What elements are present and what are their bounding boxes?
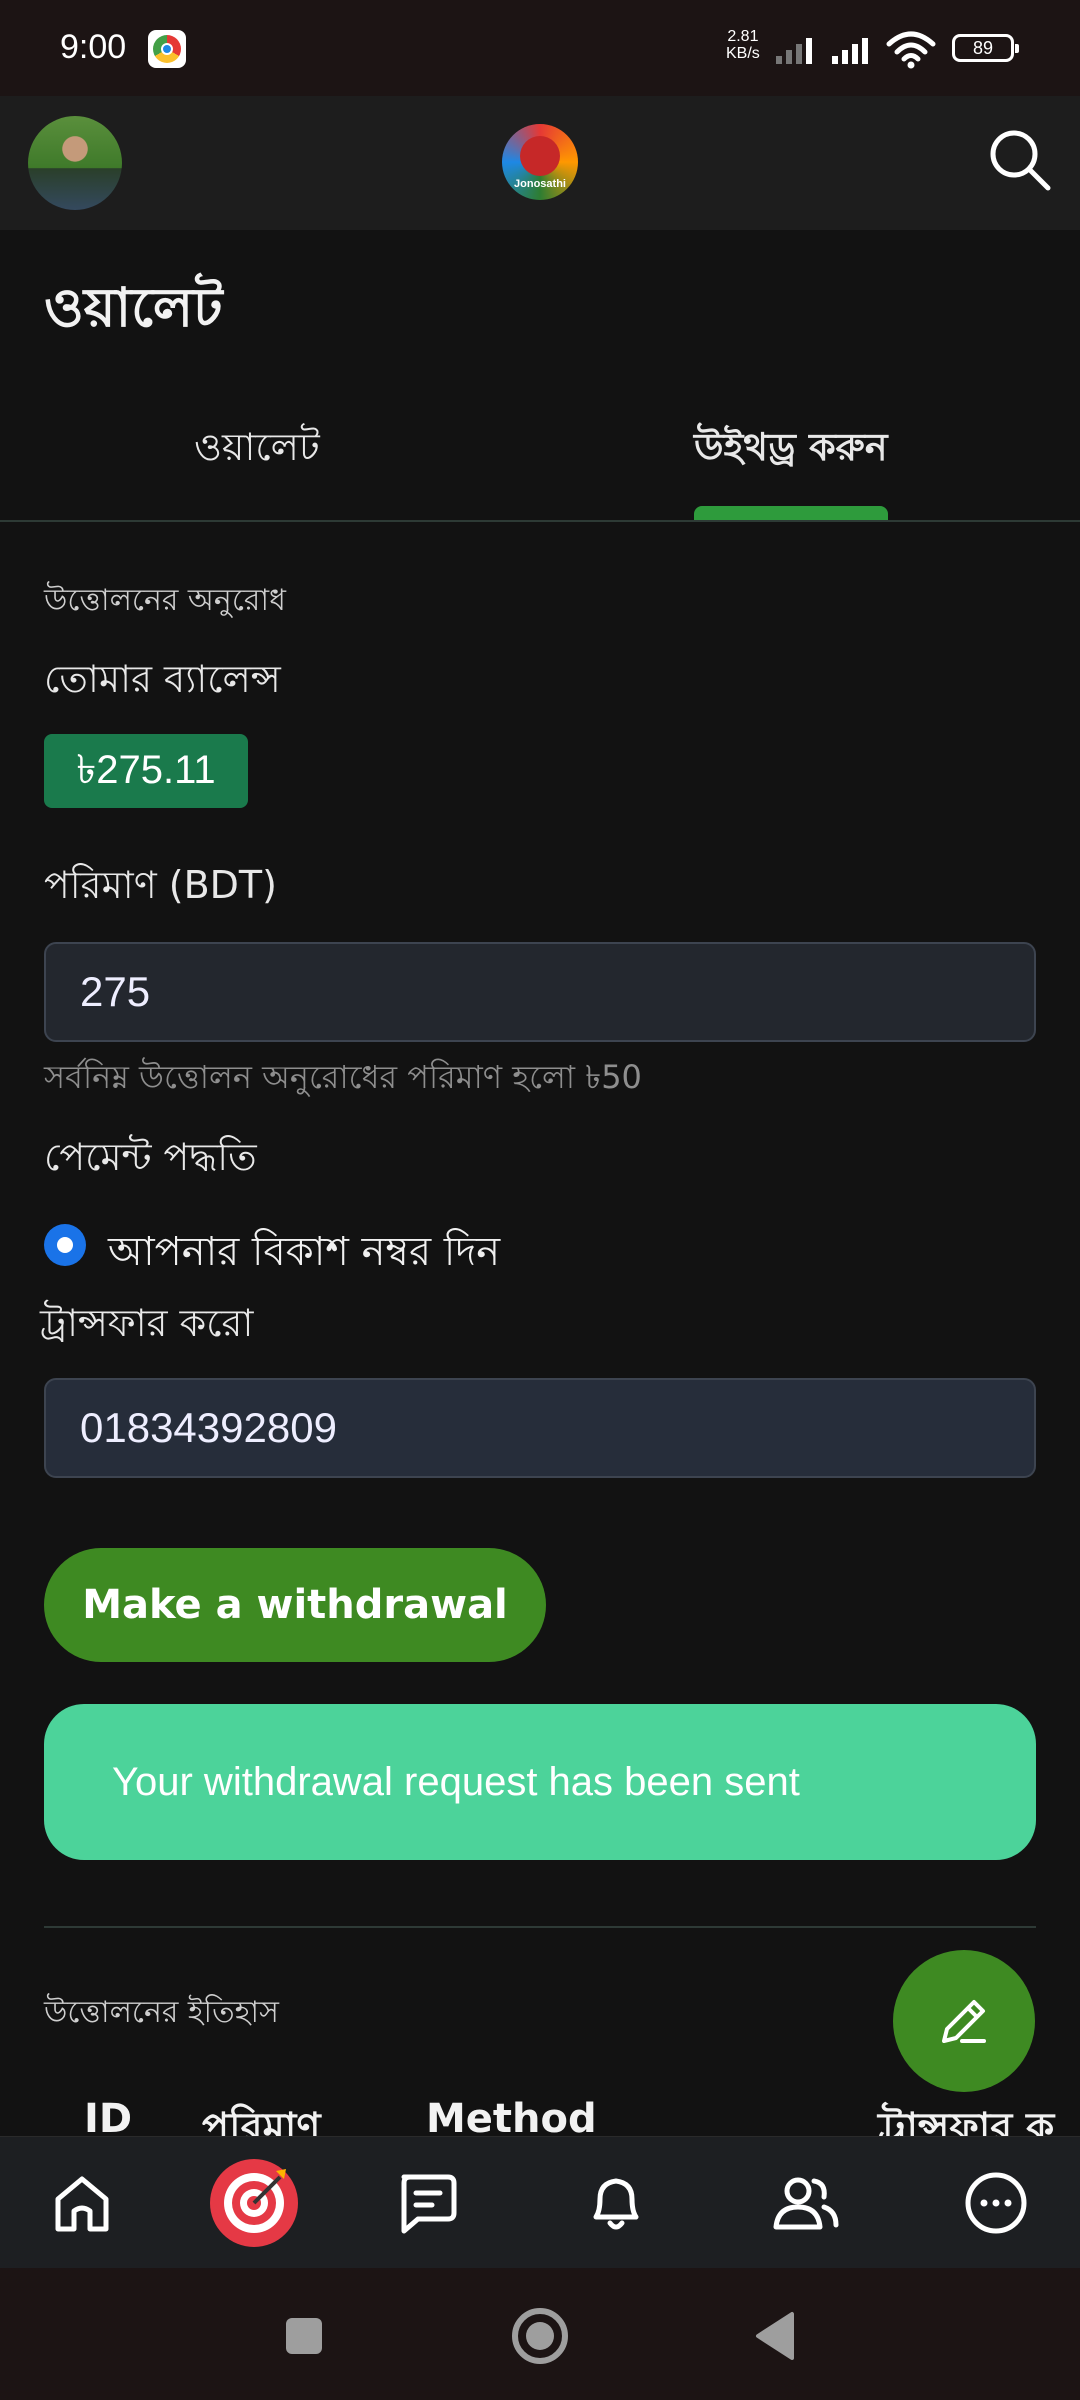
network-speed-value: 2.81 (727, 28, 759, 45)
more-icon (965, 2172, 1027, 2234)
chat-icon (401, 2174, 457, 2234)
column-header-transfer: ট্রান্সফার ক (878, 2105, 1055, 2136)
signal-icon (832, 34, 868, 64)
active-tab-indicator (694, 506, 888, 520)
chrome-icon (148, 30, 186, 68)
withdraw-request-heading: উত্তোলনের অনুরোধ (44, 583, 286, 618)
back-icon (756, 2312, 794, 2360)
network-speed: 2.81 KB/s (726, 28, 760, 62)
minimum-amount-hint: সর্বনিম্ন উত্তোলন অনুরোধের পরিমাণ হলো ৳5… (44, 1058, 642, 1096)
tab-wallet[interactable]: ওয়ালেট (194, 418, 320, 482)
battery-icon: 89 (952, 34, 1019, 62)
column-header-amount: পরিমাণ (202, 2105, 321, 2136)
amount-input-value: 275 (80, 968, 151, 1015)
bell-icon (593, 2178, 639, 2230)
amount-label: পরিমাণ (BDT) (44, 863, 277, 907)
status-bar: 9:00 2.81 KB/s 89 (0, 0, 1080, 96)
brand-logo[interactable]: Jonosathi (502, 124, 578, 200)
page-title: ওয়ালেট (44, 276, 223, 339)
transfer-number-input[interactable]: 01834392809 (44, 1378, 1036, 1478)
bottom-nav (0, 2136, 1080, 2269)
recents-icon (286, 2318, 322, 2354)
pencil-icon (942, 2000, 986, 2043)
nav-more[interactable] (952, 2159, 1040, 2247)
status-time: 9:00 (60, 28, 127, 66)
home-system-button[interactable] (496, 2292, 584, 2380)
withdraw-history-heading: উত্তোলনের ইতিহাস (44, 1995, 279, 2030)
nav-messages[interactable] (382, 2159, 470, 2247)
bkash-radio[interactable] (44, 1224, 86, 1266)
nav-people[interactable] (762, 2159, 850, 2247)
avatar[interactable] (28, 116, 122, 210)
recents-button[interactable] (260, 2292, 348, 2380)
target-icon (224, 2169, 286, 2233)
tab-withdraw[interactable]: উইথড্র করুন (694, 418, 888, 482)
app-header: Jonosathi (0, 96, 1080, 230)
nav-target[interactable] (210, 2159, 298, 2247)
success-alert-text: Your withdrawal request has been sent (112, 1759, 800, 1804)
tab-bar: ওয়ালেট উইথড্র করুন (0, 380, 1080, 522)
home-icon (55, 2176, 109, 2232)
nav-home[interactable] (38, 2159, 126, 2247)
balance-label: তোমার ব্যালেন্স (44, 657, 281, 701)
divider (44, 1926, 1036, 1928)
payment-method-label: পেমেন্ট পদ্ধতি (44, 1135, 257, 1179)
people-icon (773, 2177, 839, 2230)
network-speed-unit: KB/s (726, 45, 760, 62)
search-icon[interactable] (984, 124, 1056, 196)
history-table-header: ID পরিমাণ Method ট্রান্সফার ক (0, 2096, 1080, 2136)
column-header-id: ID (84, 2096, 133, 2136)
success-alert: Your withdrawal request has been sent (44, 1704, 1036, 1860)
signal-icon (776, 34, 812, 64)
brand-name: Jonosathi (514, 178, 566, 190)
column-header-method: Method (426, 2096, 597, 2136)
edit-fab-button[interactable] (893, 1950, 1035, 2092)
transfer-label: ট্রান্সফার করো (40, 1301, 254, 1345)
bkash-radio-label[interactable]: আপনার বিকাশ নম্বর দিন (108, 1220, 500, 1287)
system-nav-bar (0, 2268, 1080, 2400)
make-withdrawal-button[interactable]: Make a withdrawal (44, 1548, 546, 1662)
home-circle-icon (512, 2308, 568, 2364)
wifi-icon (886, 31, 936, 69)
nav-notifications[interactable] (572, 2159, 660, 2247)
amount-input[interactable]: 275 (44, 942, 1036, 1042)
back-button[interactable] (732, 2292, 820, 2380)
balance-badge: ৳275.11 (44, 734, 248, 808)
transfer-number-value: 01834392809 (80, 1404, 337, 1451)
